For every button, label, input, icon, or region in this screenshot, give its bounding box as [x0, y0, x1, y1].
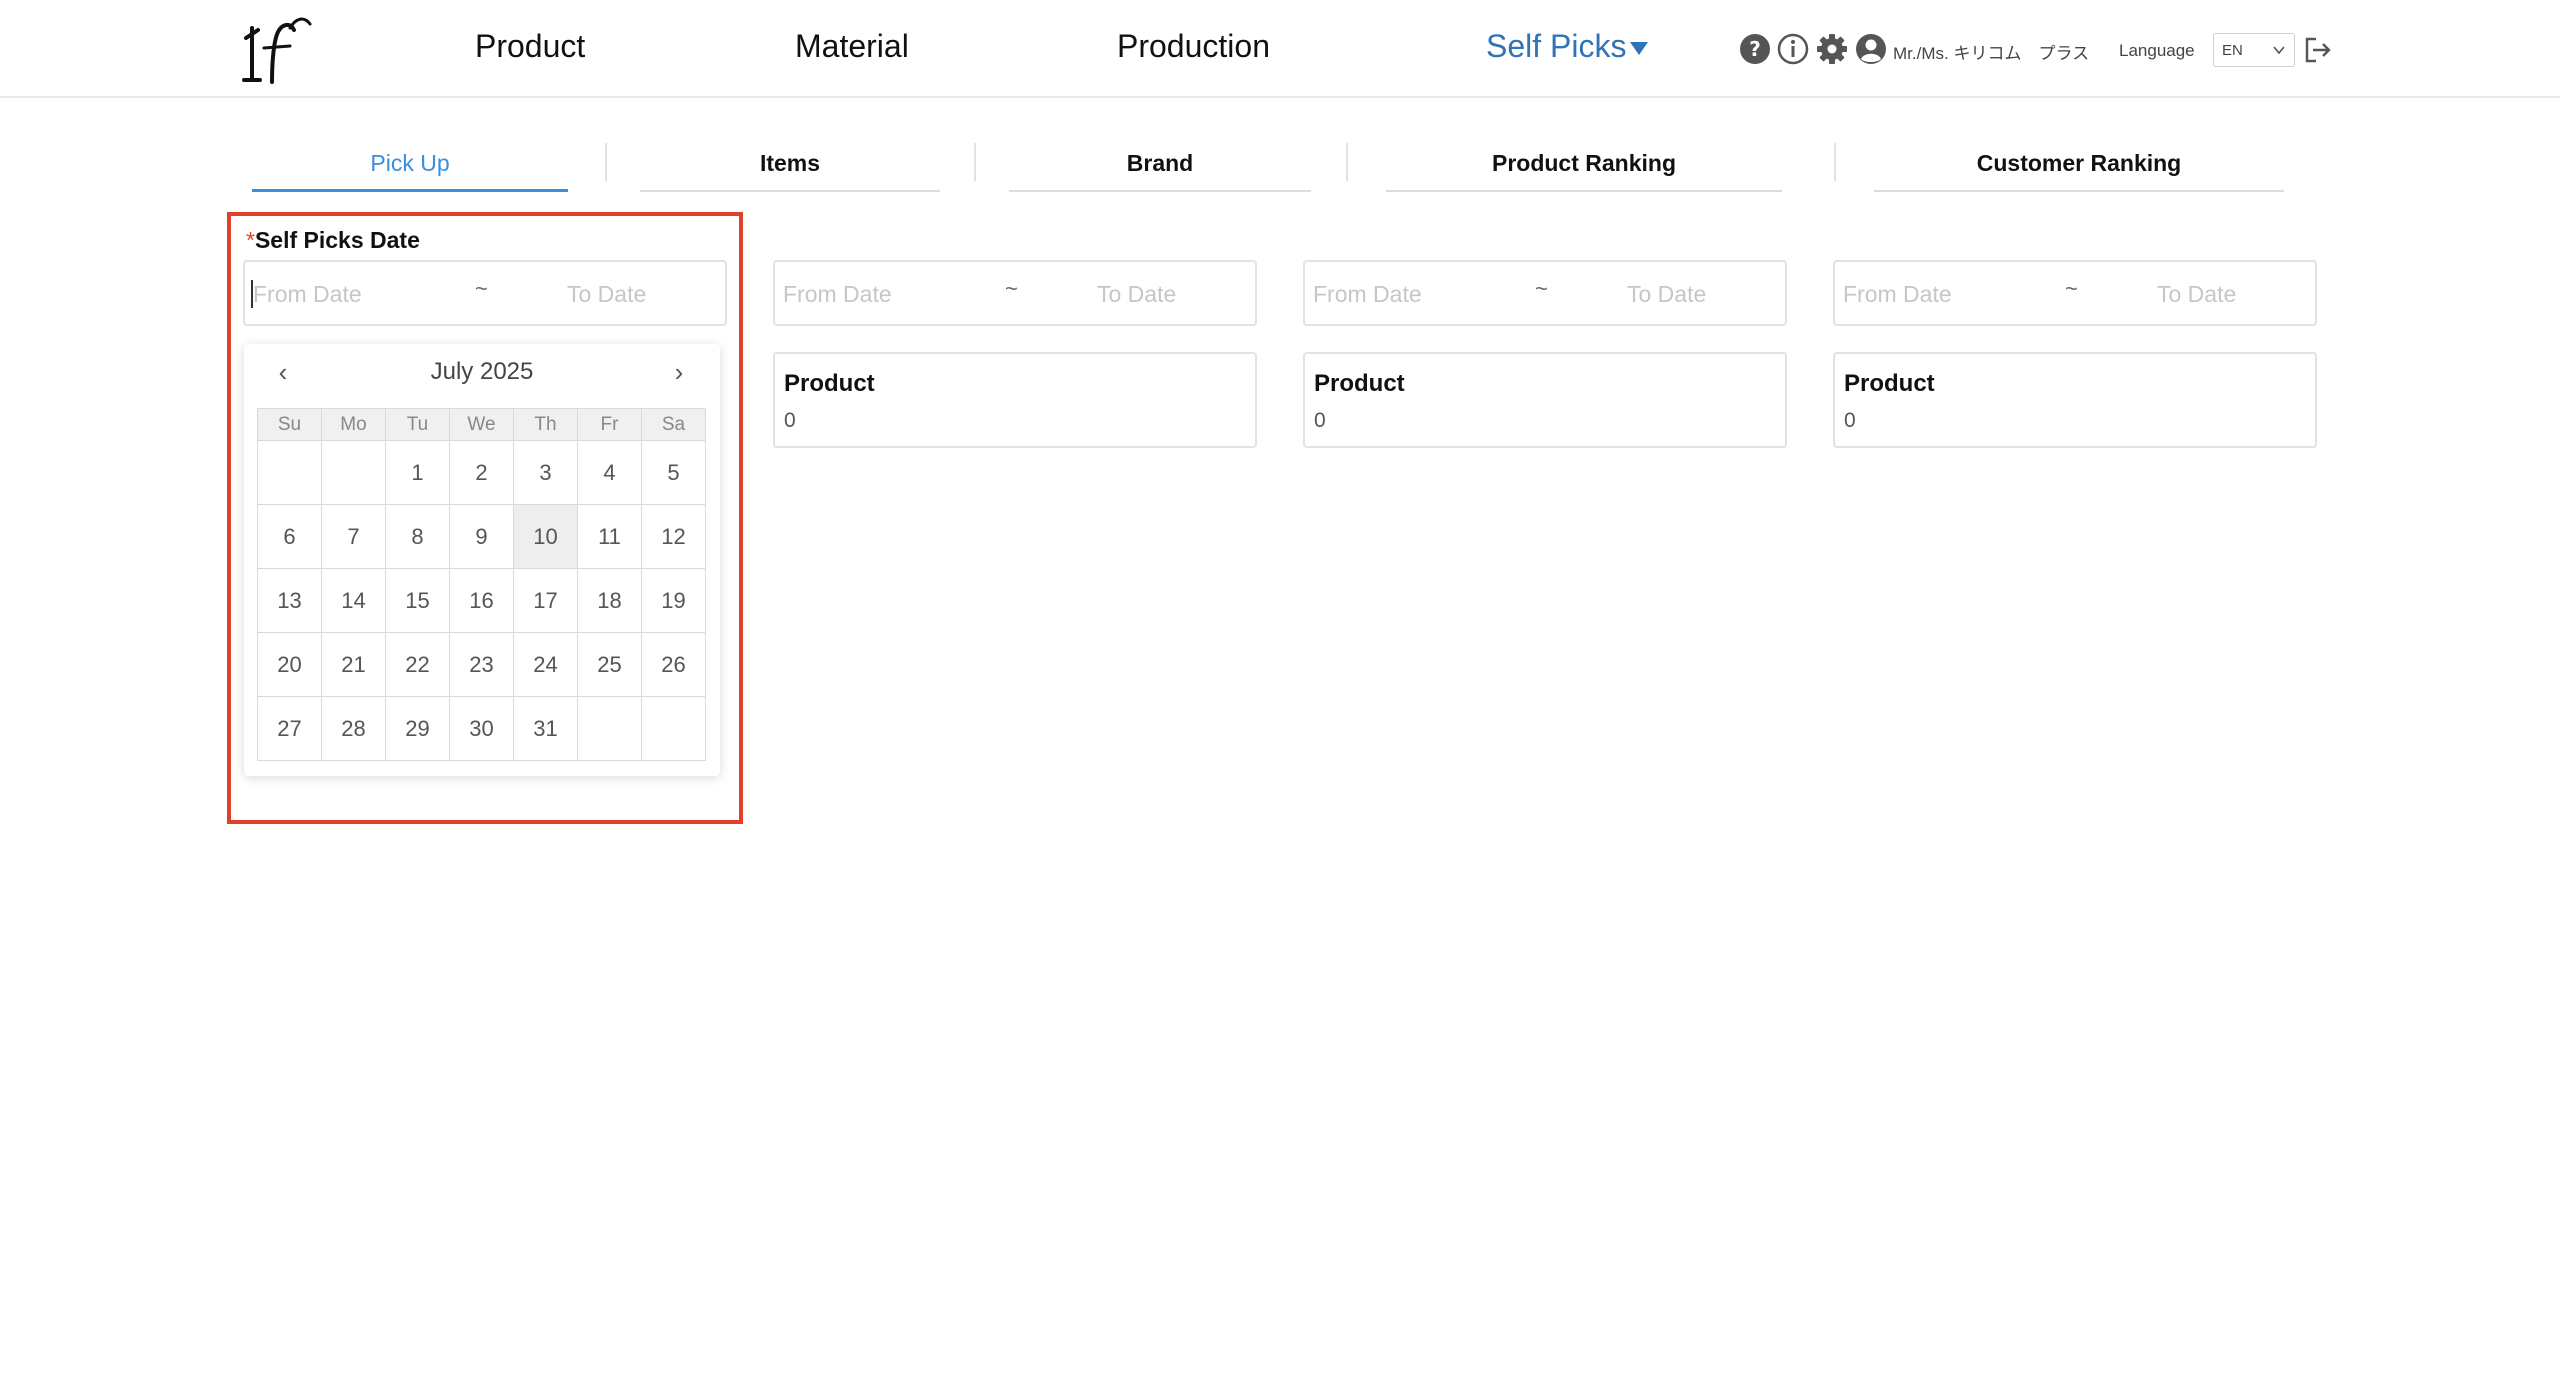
date-range-input[interactable]: From Date ~ To Date	[1833, 260, 2317, 326]
info-circle-icon[interactable]	[1777, 33, 1809, 65]
product-card-value: 0	[1844, 409, 1856, 432]
chevron-down-icon	[2273, 46, 2285, 55]
gear-icon[interactable]	[1816, 33, 1848, 65]
user-circle-icon[interactable]	[1855, 33, 1887, 65]
range-separator: ~	[1535, 276, 1548, 301]
product-card-value: 0	[784, 409, 796, 432]
to-date-input[interactable]: To Date	[2157, 281, 2236, 308]
question-circle-icon[interactable]: ?	[1739, 33, 1771, 65]
caret-down-icon	[1630, 42, 1649, 56]
tab-divider	[1346, 143, 1348, 181]
tab-divider	[605, 143, 607, 181]
product-card: Product 0	[1303, 352, 1787, 448]
nav-self-picks[interactable]: Self Picks	[1486, 28, 1649, 65]
nav-product[interactable]: Product	[475, 28, 585, 65]
product-card-title: Product	[784, 370, 875, 397]
highlight-box	[227, 212, 743, 824]
svg-text:?: ?	[1749, 37, 1761, 61]
logout-icon[interactable]	[2302, 35, 2332, 65]
tab-items[interactable]: Items	[640, 150, 940, 192]
to-date-input[interactable]: To Date	[1097, 281, 1176, 308]
product-card-title: Product	[1314, 370, 1405, 397]
nav-production[interactable]: Production	[1117, 28, 1270, 65]
tab-divider	[974, 143, 976, 181]
user-name: Mr./Ms. キリコム プラス	[1893, 44, 2090, 63]
range-separator: ~	[1005, 276, 1018, 301]
nav-material[interactable]: Material	[795, 28, 909, 65]
tab-pick-up[interactable]: Pick Up	[252, 150, 568, 192]
from-date-input[interactable]: From Date	[1313, 281, 1422, 308]
product-card: Product 0	[773, 352, 1257, 448]
date-range-input[interactable]: From Date ~ To Date	[1303, 260, 1787, 326]
language-select[interactable]: EN	[2213, 33, 2295, 67]
to-date-input[interactable]: To Date	[1627, 281, 1706, 308]
top-header: Product Material Production Self Picks ?…	[0, 0, 2560, 98]
language-label: Language	[2119, 41, 2195, 60]
product-card: Product 0	[1833, 352, 2317, 448]
language-value: EN	[2222, 42, 2243, 59]
from-date-input[interactable]: From Date	[783, 281, 892, 308]
tab-brand[interactable]: Brand	[1009, 150, 1311, 192]
tab-product-ranking[interactable]: Product Ranking	[1386, 150, 1782, 192]
date-range-input[interactable]: From Date ~ To Date	[773, 260, 1257, 326]
range-separator: ~	[2065, 276, 2078, 301]
product-card-title: Product	[1844, 370, 1935, 397]
product-card-value: 0	[1314, 409, 1326, 432]
nav-self-picks-label: Self Picks	[1486, 28, 1627, 64]
tab-customer-ranking[interactable]: Customer Ranking	[1874, 150, 2284, 192]
brand-logo[interactable]	[238, 10, 314, 90]
from-date-input[interactable]: From Date	[1843, 281, 1952, 308]
tab-divider	[1834, 143, 1836, 181]
